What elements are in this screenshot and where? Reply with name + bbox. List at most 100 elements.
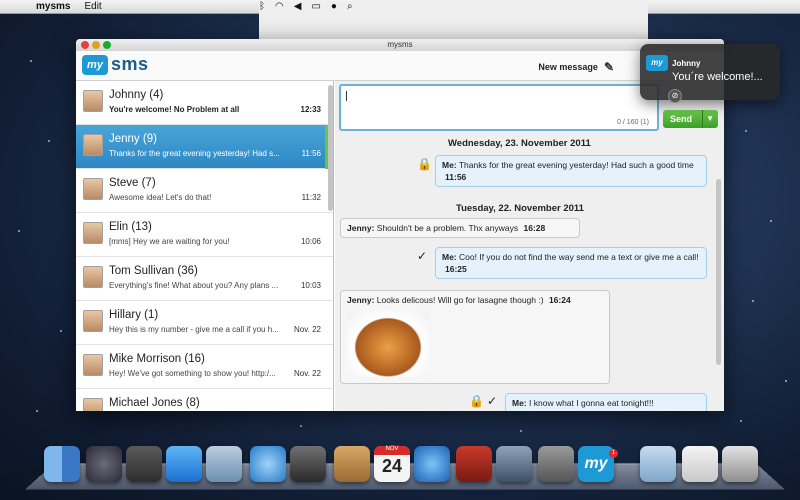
conversation-time: Nov. 22 <box>294 325 321 334</box>
avatar <box>83 178 103 200</box>
conversation-item[interactable]: Michael Jones (8) <box>76 389 333 411</box>
logo-text: sms <box>111 54 149 74</box>
address-book-icon[interactable] <box>334 446 370 482</box>
conversation-name: Elin (13) <box>109 221 152 233</box>
conversation-item[interactable]: Johnny (4) You're welcome! No Problem at… <box>76 81 333 125</box>
notification-text: You´re welcome!... <box>672 71 763 83</box>
new-message-label: New message <box>538 62 598 72</box>
trash-icon[interactable] <box>722 446 758 482</box>
mysms-notification-icon: my <box>646 55 668 71</box>
message-input[interactable]: 0 / 160 (1) <box>339 84 659 131</box>
window-controls <box>81 41 111 49</box>
send-label: Send <box>670 114 693 124</box>
delivered-check-icon: ✓ <box>417 249 428 263</box>
message-bubble-sent[interactable]: Me: Coo! If you do not find the way send… <box>435 247 707 279</box>
conversation-preview: Hey this is my number - give me a call i… <box>109 325 279 334</box>
avatar <box>83 134 103 156</box>
message-sender: Me: <box>442 252 457 262</box>
toolbar: my sms New message ✎ <box>76 51 724 81</box>
message-text: Coo! If you do not find the way send me … <box>459 252 699 262</box>
system-preferences-icon[interactable] <box>538 446 574 482</box>
iphoto-icon[interactable] <box>496 446 532 482</box>
conversation-preview: Thanks for the great evening yesterday! … <box>109 149 280 158</box>
character-counter: 0 / 160 (1) <box>617 119 649 126</box>
notification-sender: Johnny <box>672 59 701 68</box>
mysms-badge: 1 <box>609 449 618 458</box>
conversation-time: 10:03 <box>300 281 321 290</box>
mysms-dock-label: my <box>584 455 608 472</box>
conversation-item[interactable]: Elin (13) [mms] Hey we are waiting for y… <box>76 213 333 257</box>
finder-icon[interactable] <box>44 446 80 482</box>
new-message-button[interactable]: New message ✎ <box>538 60 614 74</box>
applications-folder-icon[interactable] <box>640 446 676 482</box>
conversation-preview: [mms] Hey we are waiting for you! <box>109 237 230 246</box>
message-bubble-sent[interactable]: Me: I know what I gonna eat tonight!!! <box>505 393 707 411</box>
launchpad-icon[interactable] <box>86 446 122 482</box>
menu-app-name[interactable]: mysms <box>36 1 70 12</box>
lock-icon: 🔒 <box>469 394 484 408</box>
close-button[interactable] <box>81 41 89 49</box>
minimize-button[interactable] <box>92 41 100 49</box>
window-title: mysms <box>387 40 413 49</box>
conversation-item[interactable]: Steve (7) Awesome idea! Let's do that! 1… <box>76 169 333 213</box>
notification-close-icon[interactable]: ⊘ <box>668 89 682 103</box>
conversation-time: 11:32 <box>301 193 321 202</box>
conversation-name: Michael Jones (8) <box>109 397 200 409</box>
conversation-scrollbar[interactable] <box>328 85 333 211</box>
safari-icon[interactable] <box>250 446 286 482</box>
message-sender: Me: <box>442 160 457 170</box>
message-text: Looks delicous! Will go for lasagne thou… <box>376 295 544 305</box>
message-thread: Wednesday, 23. November 2011 🔒 Me: Thank… <box>335 136 715 411</box>
send-divider <box>702 110 703 128</box>
mysms-logo: my sms <box>82 54 149 75</box>
mission-control-icon[interactable] <box>126 446 162 482</box>
conversation-time: 12:33 <box>300 105 321 114</box>
documents-icon[interactable] <box>682 446 718 482</box>
avatar <box>83 90 103 112</box>
conversation-name: Jenny (9) <box>109 133 157 145</box>
notification-popup[interactable]: my Johnny You´re welcome!... ⊘ <box>640 44 780 103</box>
message-sender: Me: <box>512 398 527 408</box>
conversation-preview: Awesome idea! Let's do that! <box>109 193 212 202</box>
conversation-name: Hillary (1) <box>109 309 159 321</box>
mysms-window: mysms my sms New message ✎ Johnny (4) Yo… <box>76 39 724 411</box>
message-time: 16:24 <box>548 295 571 305</box>
chevron-down-icon[interactable]: ▼ <box>706 110 714 128</box>
send-button[interactable]: Send ▼ <box>663 110 718 128</box>
app-store-icon[interactable] <box>166 446 202 482</box>
logo-badge: my <box>82 54 108 75</box>
avatar <box>83 398 103 411</box>
facetime-icon[interactable] <box>290 446 326 482</box>
message-text: Shouldn't be a problem. Thx anyways <box>376 223 519 233</box>
menu-bar: mysms Edit ᛒ ◠ ◀ ▭ ● ⌕ <box>0 0 800 331</box>
conversation-list: Johnny (4) You're welcome! No Problem at… <box>76 81 334 411</box>
mail-icon[interactable] <box>206 446 242 482</box>
photo-booth-icon[interactable] <box>456 446 492 482</box>
message-bubble-received[interactable]: Jenny: Shouldn't be a problem. Thx anywa… <box>340 218 580 238</box>
calendar-icon[interactable]: NOV 24 <box>374 446 410 482</box>
message-sender: Jenny: <box>347 295 375 305</box>
text-caret <box>346 91 347 101</box>
conversation-item[interactable]: Tom Sullivan (36) Everything's fine! Wha… <box>76 257 333 301</box>
message-time: 16:25 <box>445 264 467 274</box>
delivered-check-icon: ✓ <box>487 394 498 408</box>
avatar <box>83 354 103 376</box>
lasagne-photo[interactable] <box>347 311 429 377</box>
conversation-time: 10:06 <box>300 237 321 246</box>
conversation-item[interactable]: Mike Morrison (16) Hey! We've got someth… <box>76 345 333 389</box>
avatar <box>83 266 103 288</box>
date-separator: Wednesday, 23. November 2011 <box>448 138 591 149</box>
conversation-name: Tom Sullivan (36) <box>109 265 198 277</box>
message-text: I know what I gonna eat tonight!!! <box>529 398 654 408</box>
conversation-name: Steve (7) <box>109 177 156 189</box>
menu-edit[interactable]: Edit <box>84 1 101 12</box>
conversation-item[interactable]: Hillary (1) Hey this is my number - give… <box>76 301 333 345</box>
conversation-item-active[interactable]: Jenny (9) Thanks for the great evening y… <box>76 125 333 169</box>
message-bubble-sent[interactable]: Me: Thanks for the great evening yesterd… <box>435 155 707 187</box>
thread-scrollbar[interactable] <box>716 179 721 365</box>
conversation-name: Mike Morrison (16) <box>109 353 205 365</box>
zoom-button[interactable] <box>103 41 111 49</box>
message-bubble-received[interactable]: Jenny: Looks delicous! Will go for lasag… <box>340 290 610 384</box>
itunes-icon[interactable] <box>414 446 450 482</box>
message-text: Thanks for the great evening yesterday! … <box>458 160 694 170</box>
